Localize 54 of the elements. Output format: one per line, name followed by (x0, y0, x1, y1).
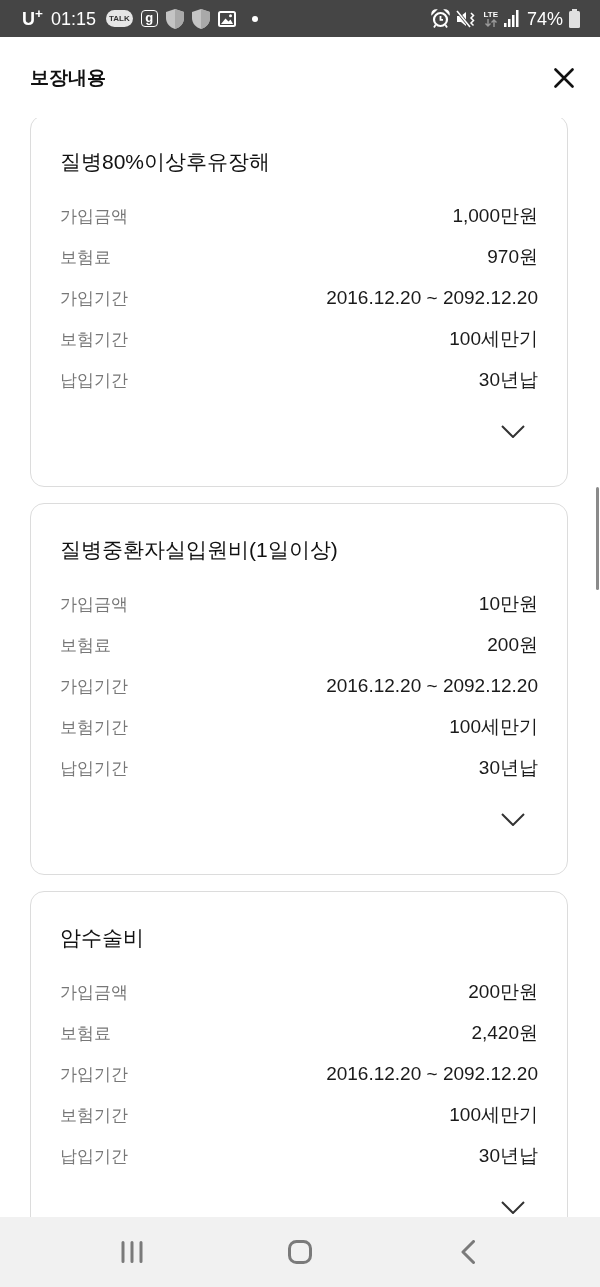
data-arrows-icon (484, 19, 497, 27)
field-value: 970원 (487, 245, 538, 270)
field-value: 100세만기 (449, 327, 538, 352)
speaker-muted-icon (456, 9, 476, 28)
chat-notification: TALK (105, 10, 133, 27)
field-value: 2016.12.20 ~ 2092.12.20 (326, 286, 538, 311)
field-value: 30년납 (478, 756, 538, 781)
field-label: 보험기간 (60, 1104, 128, 1127)
field-value: 2016.12.20 ~ 2092.12.20 (326, 1062, 538, 1087)
battery-icon (569, 9, 580, 28)
field-label: 납입기간 (60, 369, 128, 392)
clock-time: 01:15 (50, 9, 96, 28)
field-value: 10만원 (478, 592, 538, 617)
coverage-title: 질병중환자실입원비(1일이상) (60, 537, 339, 563)
field-value: 200만원 (468, 980, 538, 1005)
signal-bars-icon (503, 10, 519, 27)
field-label: 보험기간 (60, 328, 128, 351)
field-label: 가입금액 (60, 981, 128, 1004)
field-label: 가입기간 (60, 675, 128, 698)
field-label: 보험료 (60, 246, 111, 269)
image-icon (217, 10, 236, 27)
field-value: 100세만기 (449, 715, 538, 740)
field-value: 2016.12.20 ~ 2092.12.20 (326, 674, 538, 699)
field-value: 30년납 (478, 1144, 538, 1169)
network-type-label: LTE (483, 10, 498, 19)
shield-icon (165, 8, 184, 29)
carrier-label: U$^{+}$ (22, 9, 43, 28)
dot-icon (251, 15, 258, 22)
battery-percentage: 74% (526, 9, 563, 28)
field-value: 100세만기 (449, 1103, 538, 1128)
close-button[interactable] (552, 65, 576, 90)
field-label: 가입금액 (60, 205, 128, 228)
field-value: 30년납 (478, 368, 538, 393)
field-label: 가입금액 (60, 593, 128, 616)
close-icon (554, 67, 574, 88)
shield-icon (191, 8, 210, 29)
coverage-title: 암수술비 (60, 925, 145, 951)
field-label: 보험료 (60, 634, 111, 657)
field-label: 보험료 (60, 1022, 111, 1045)
alarm-clock-icon (431, 9, 451, 28)
field-label: 납입기간 (60, 1145, 128, 1168)
coverage-title: 질병80%이상후유장해 (60, 149, 272, 175)
page-title: 보장내용 (30, 65, 106, 90)
back-icon (461, 1240, 475, 1264)
field-label: 가입기간 (60, 1063, 128, 1086)
field-value: 200원 (487, 633, 538, 658)
app-notification: g (140, 10, 158, 27)
recent-apps-icon (121, 1241, 143, 1263)
field-value: 2,420원 (471, 1021, 538, 1046)
home-icon (288, 1240, 312, 1264)
field-label: 가입기간 (60, 287, 128, 310)
field-label: 보험기간 (60, 716, 128, 739)
field-value: 1,000만원 (452, 204, 538, 229)
field-label: 납입기간 (60, 757, 128, 780)
